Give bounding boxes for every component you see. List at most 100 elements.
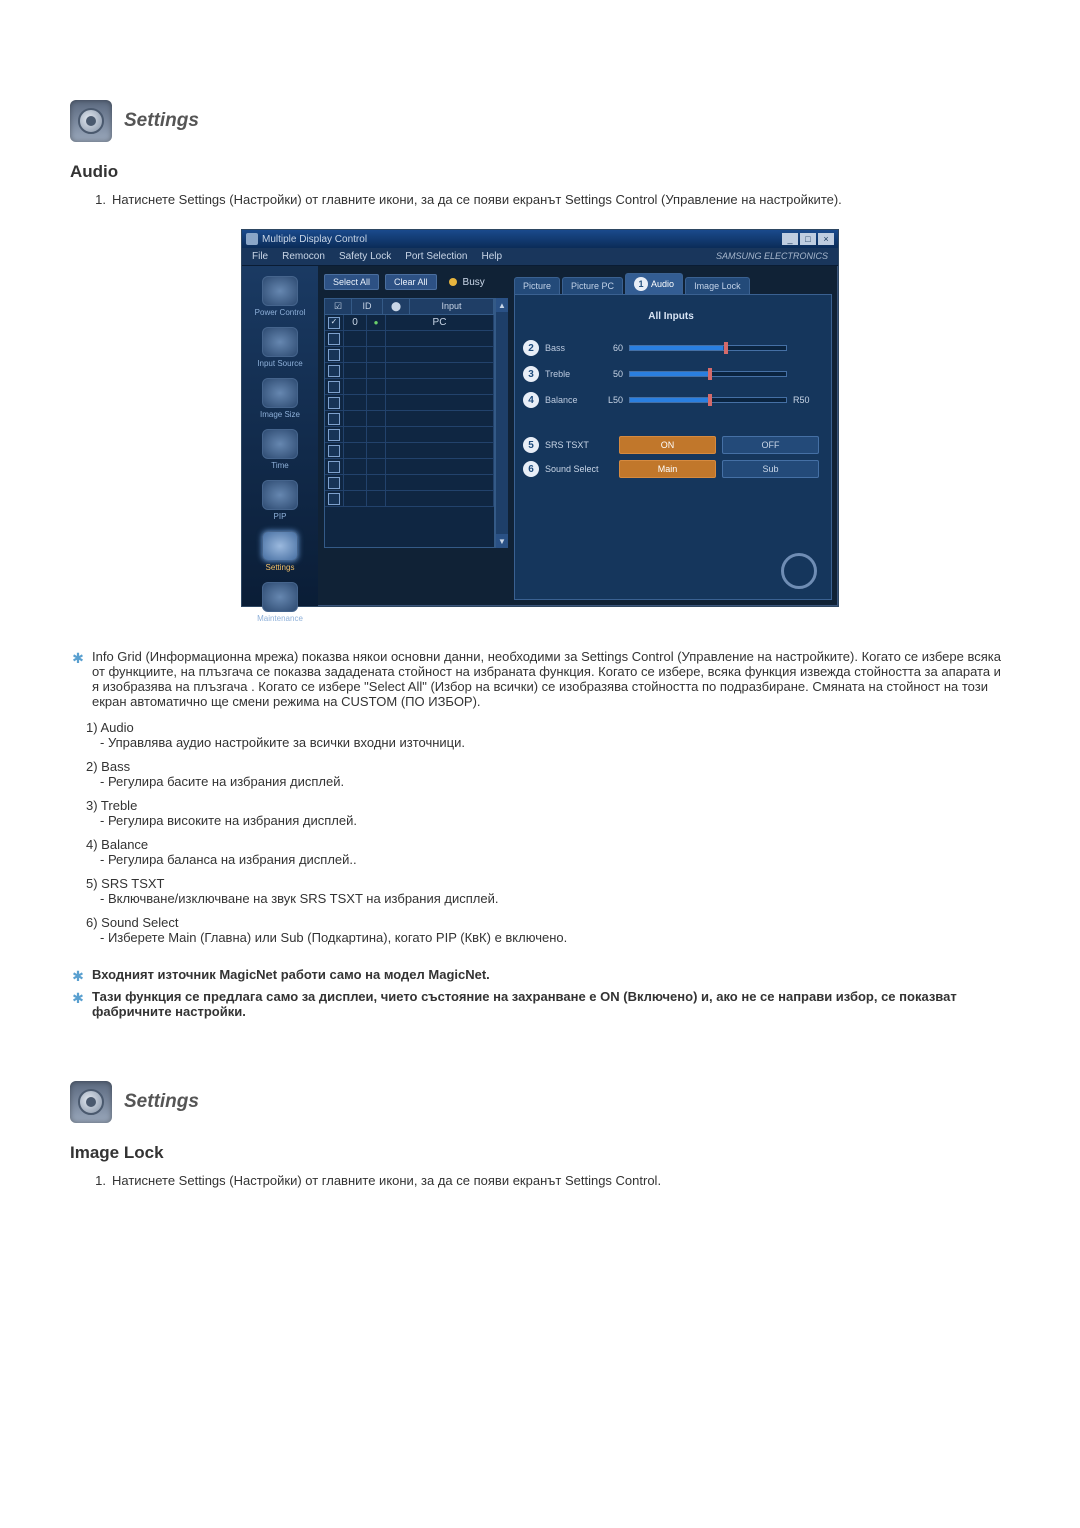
slider-track[interactable] [629, 371, 787, 377]
table-row[interactable] [325, 331, 494, 347]
slider-track[interactable] [629, 397, 787, 403]
row-id [344, 347, 367, 362]
row-id [344, 475, 367, 490]
menu-help[interactable]: Help [481, 251, 502, 262]
table-row[interactable]: 0 ● PC [325, 315, 494, 331]
grid-header-input: Input [410, 299, 494, 314]
section-header-settings-2: Settings [70, 1081, 1010, 1123]
row-status-icon [367, 459, 386, 474]
select-all-button[interactable]: Select All [324, 274, 379, 290]
callout-number: 3 [523, 366, 539, 382]
row-status-icon [367, 427, 386, 442]
grid-header-check[interactable]: ☑ [325, 299, 352, 314]
grid-scrollbar[interactable]: ▲ ▼ [495, 298, 508, 548]
menu-port-selection[interactable]: Port Selection [405, 251, 467, 262]
row-checkbox[interactable] [328, 477, 340, 489]
grid-header-status: ⬤ [383, 299, 410, 314]
sidebar: Power Control Input Source Image Size Ti… [242, 266, 318, 606]
slider-thumb[interactable] [708, 368, 712, 380]
row-status-icon [367, 491, 386, 506]
sidebar-item-input-source[interactable]: Input Source [257, 327, 302, 368]
definition-term: 3) Treble [70, 795, 1010, 813]
callout-number: 4 [523, 392, 539, 408]
tab-picture[interactable]: Picture [514, 277, 560, 294]
row-checkbox[interactable] [328, 349, 340, 361]
row-checkbox[interactable] [328, 445, 340, 457]
slider-thumb[interactable] [724, 342, 728, 354]
slider-label: Bass [545, 343, 591, 353]
row-checkbox[interactable] [328, 413, 340, 425]
slider-value: 50 [597, 369, 623, 379]
callout-number: 5 [523, 437, 539, 453]
row-checkbox[interactable] [328, 461, 340, 473]
definition-term: 2) Bass [70, 756, 1010, 774]
tabs: Picture Picture PC 1Audio Image Lock [514, 272, 832, 294]
row-checkbox[interactable] [328, 333, 340, 345]
row-checkbox[interactable] [328, 493, 340, 505]
slider-value: L50 [597, 395, 623, 405]
toggle-option-b[interactable]: OFF [722, 436, 819, 454]
scroll-up-icon[interactable]: ▲ [496, 298, 508, 312]
table-row[interactable] [325, 411, 494, 427]
badge-1: 1 [634, 277, 648, 291]
grid-header-id: ID [352, 299, 383, 314]
row-status-icon [367, 347, 386, 362]
section-header-settings-1: Settings [70, 100, 1010, 142]
row-status-icon [367, 411, 386, 426]
tab-picture-pc[interactable]: Picture PC [562, 277, 623, 294]
brand-label: SAMSUNG ELECTRONICS [716, 251, 828, 262]
sidebar-item-label: Maintenance [257, 614, 303, 623]
slider-thumb[interactable] [708, 394, 712, 406]
table-row[interactable] [325, 459, 494, 475]
table-row[interactable] [325, 395, 494, 411]
row-checkbox[interactable] [328, 317, 340, 329]
table-row[interactable] [325, 491, 494, 507]
row-checkbox[interactable] [328, 397, 340, 409]
slider-label: Treble [545, 369, 591, 379]
settings-small-icon [262, 531, 298, 561]
menu-remocon[interactable]: Remocon [282, 251, 325, 262]
table-row[interactable] [325, 427, 494, 443]
slider-track[interactable] [629, 345, 787, 351]
row-input [386, 379, 494, 394]
sidebar-item-pip[interactable]: PIP [262, 480, 298, 521]
row-input [386, 331, 494, 346]
row-id [344, 363, 367, 378]
definition-list: 1) Audio- Управлява аудио настройките за… [70, 717, 1010, 951]
tab-audio[interactable]: 1Audio [625, 273, 683, 294]
scroll-down-icon[interactable]: ▼ [496, 534, 508, 548]
row-checkbox[interactable] [328, 365, 340, 377]
sidebar-item-maintenance[interactable]: Maintenance [257, 582, 303, 623]
minimize-icon[interactable]: _ [782, 233, 798, 245]
toggle-option-b[interactable]: Sub [722, 460, 819, 478]
table-row[interactable] [325, 347, 494, 363]
instruction-item: 1. Натиснете Settings (Настройки) от гла… [70, 1171, 1010, 1190]
note-info-grid: ✱ Info Grid (Информационна мрежа) показв… [70, 647, 1010, 711]
menu-safety-lock[interactable]: Safety Lock [339, 251, 391, 262]
table-row[interactable] [325, 379, 494, 395]
toggle-option-a[interactable]: Main [619, 460, 716, 478]
tab-image-lock[interactable]: Image Lock [685, 277, 750, 294]
settings-icon [70, 100, 112, 142]
toggle-option-a[interactable]: ON [619, 436, 716, 454]
sidebar-item-time[interactable]: Time [262, 429, 298, 470]
table-row[interactable] [325, 443, 494, 459]
row-input: PC [386, 315, 494, 330]
row-input [386, 395, 494, 410]
sidebar-item-image-size[interactable]: Image Size [260, 378, 300, 419]
definition-term: 6) Sound Select [70, 912, 1010, 930]
table-row[interactable] [325, 363, 494, 379]
maximize-icon[interactable]: □ [800, 233, 816, 245]
table-row[interactable] [325, 475, 494, 491]
clear-all-button[interactable]: Clear All [385, 274, 437, 290]
close-icon[interactable]: × [818, 233, 834, 245]
menu-file[interactable]: File [252, 251, 268, 262]
row-status-icon [367, 475, 386, 490]
panel-header: All Inputs [523, 311, 819, 322]
row-checkbox[interactable] [328, 381, 340, 393]
slider-value: 60 [597, 343, 623, 353]
row-checkbox[interactable] [328, 429, 340, 441]
sidebar-item-power-control[interactable]: Power Control [255, 276, 306, 317]
sidebar-item-settings[interactable]: Settings [262, 531, 298, 572]
busy-indicator-icon [449, 278, 457, 286]
